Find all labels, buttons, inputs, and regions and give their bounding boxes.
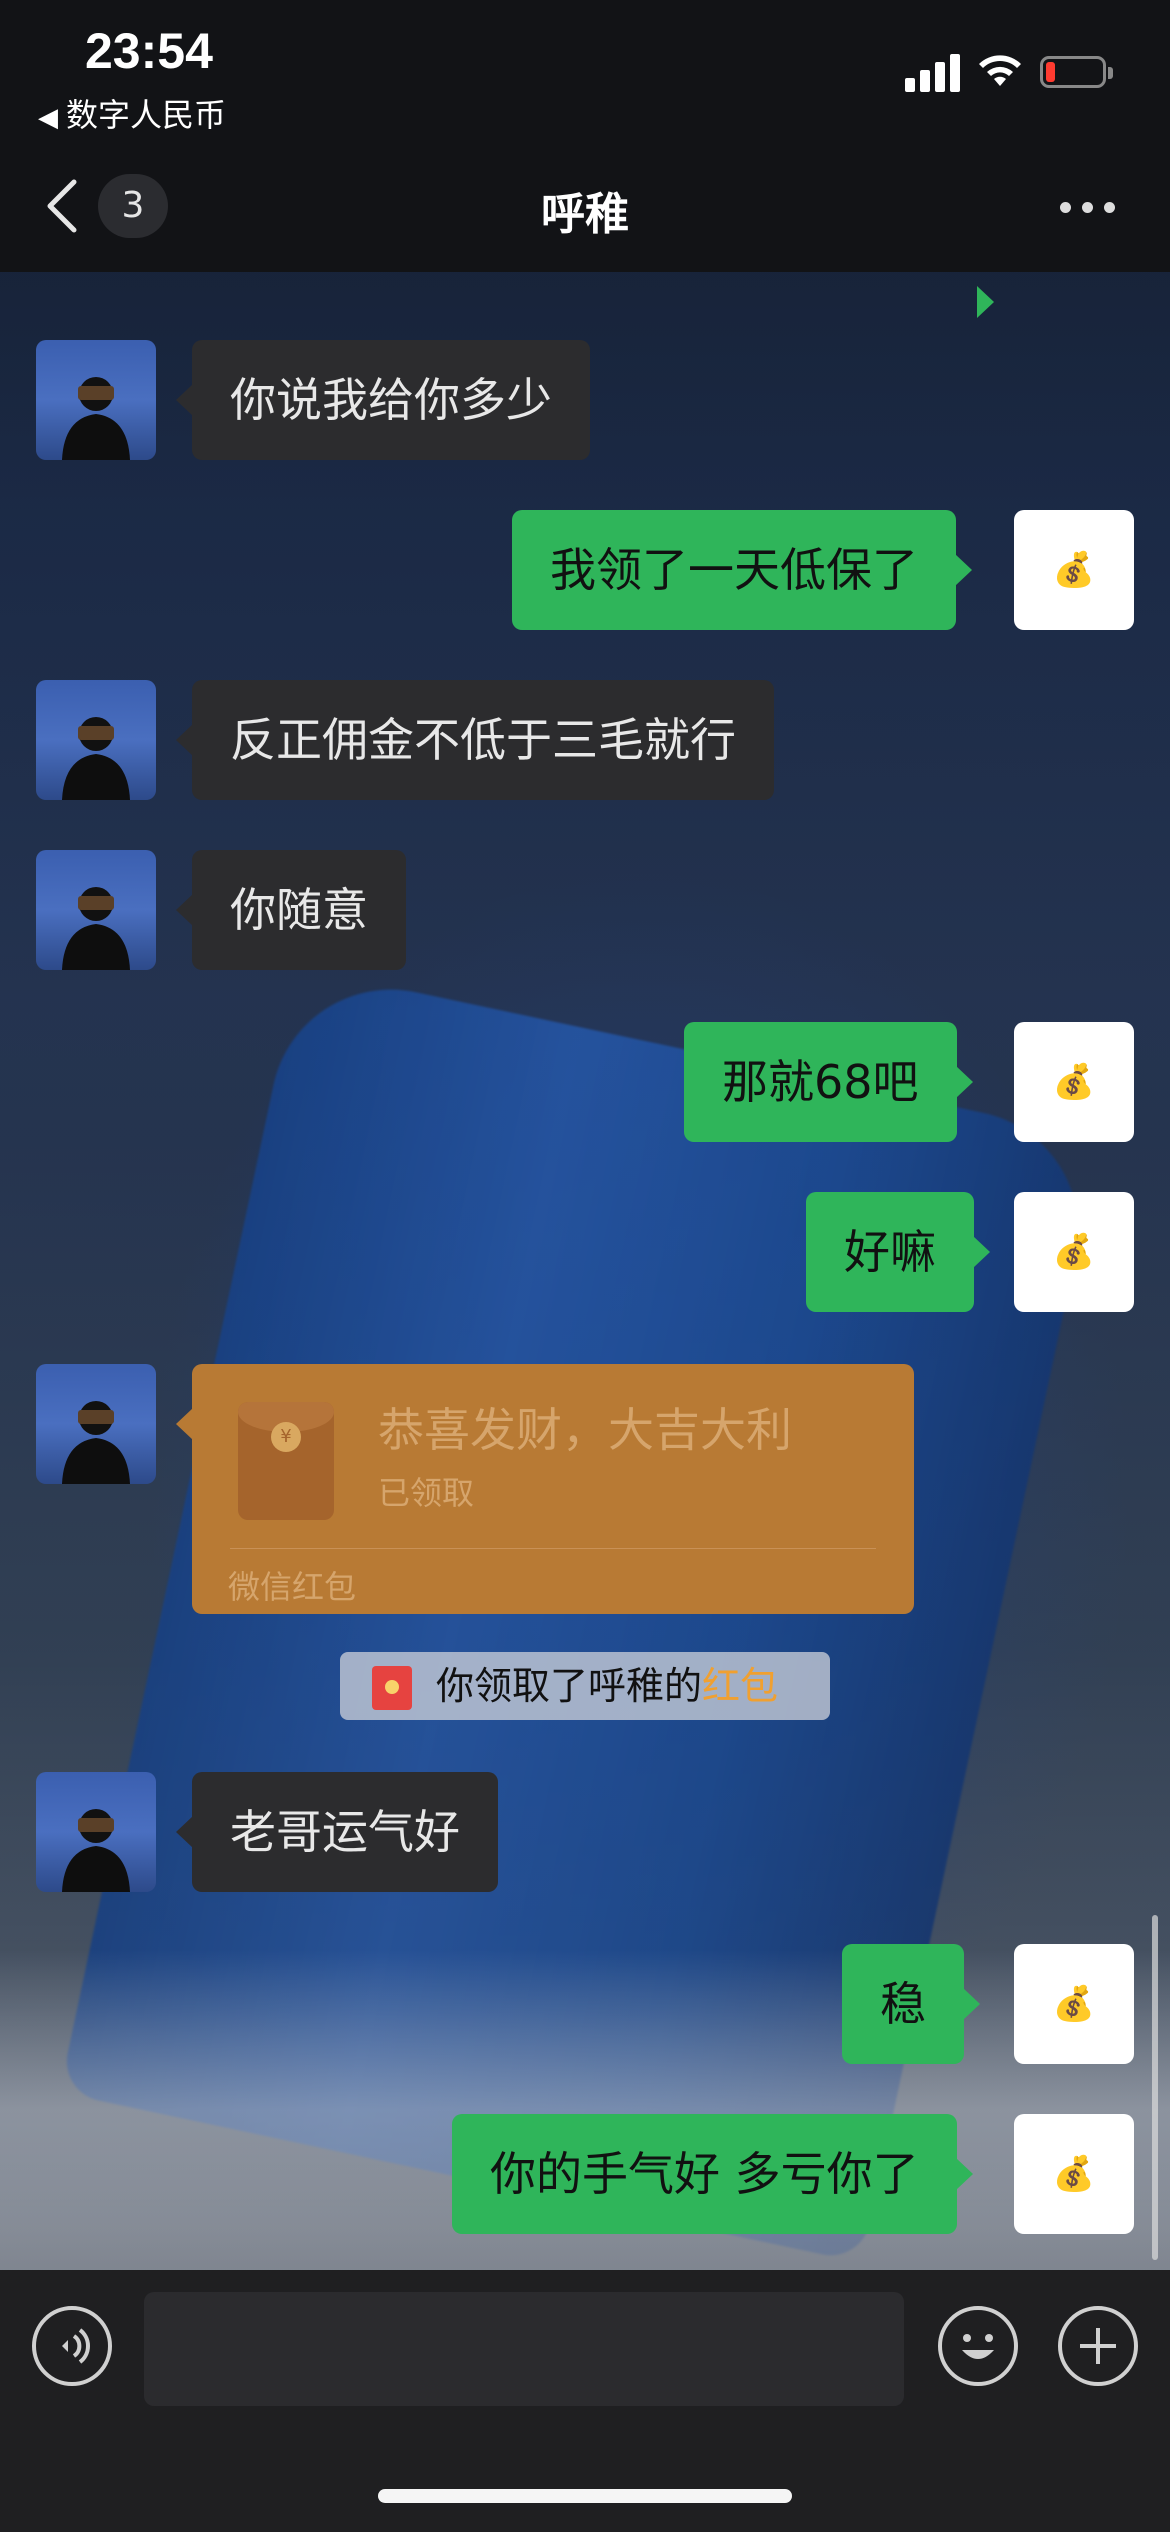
avatar[interactable]: 💰: [1014, 1944, 1134, 2064]
home-indicator[interactable]: [378, 2489, 792, 2503]
message-bubble[interactable]: 你的手气好 多亏你了: [452, 2114, 973, 2234]
status-bar: 23:54 ◀ 数字人民币: [0, 0, 1170, 140]
money-bag-icon: 💰: [1052, 1984, 1096, 2024]
scrollbar[interactable]: [1152, 1915, 1158, 2260]
money-bag-icon: 💰: [1052, 1062, 1096, 1102]
battery-low-icon: [1040, 56, 1113, 88]
message-input[interactable]: [144, 2292, 904, 2406]
red-packet-divider: [230, 1548, 876, 1549]
notice-text: 你领取了呼稚的红包: [436, 1664, 779, 1708]
message-bubble[interactable]: 那就68吧: [684, 1022, 973, 1142]
message-list[interactable]: 你说我给你多少 我领了一天低保了 💰 反正佣金不低于三毛就行 你随意 那就68吧…: [0, 272, 1170, 2270]
red-packet-icon: ¥: [238, 1402, 334, 1520]
message-bubble[interactable]: 稳: [842, 1944, 980, 2064]
more-icon[interactable]: [1060, 202, 1120, 214]
plus-icon[interactable]: [1058, 2306, 1138, 2386]
avatar[interactable]: [36, 850, 156, 970]
avatar[interactable]: 💰: [1014, 1022, 1134, 1142]
money-bag-icon: 💰: [1052, 1232, 1096, 1272]
person-avatar-icon: [62, 377, 130, 460]
wifi-icon: [979, 55, 1021, 86]
message-bubble[interactable]: 老哥运气好: [176, 1772, 498, 1892]
message-bubble[interactable]: 好嘛: [806, 1192, 990, 1312]
red-packet-status: 已领取: [378, 1474, 475, 1512]
notice-highlight-link[interactable]: 红包: [702, 1664, 778, 1708]
avatar[interactable]: 💰: [1014, 1192, 1134, 1312]
avatar[interactable]: [36, 340, 156, 460]
message-bubble[interactable]: 我领了一天低保了: [512, 510, 972, 630]
emoji-icon[interactable]: [938, 2306, 1018, 2386]
person-avatar-icon: [62, 887, 130, 970]
money-bag-icon: 💰: [1052, 550, 1096, 590]
avatar[interactable]: [36, 1364, 156, 1484]
message-bubble[interactable]: 反正佣金不低于三毛就行: [176, 680, 774, 800]
back-to-app-link[interactable]: ◀ 数字人民币: [38, 90, 226, 136]
back-app-label: 数字人民币: [66, 96, 227, 134]
red-packet-title: 恭喜发财，大吉大利: [378, 1403, 792, 1457]
avatar[interactable]: 💰: [1014, 2114, 1134, 2234]
red-packet-footer: 微信红包: [228, 1568, 357, 1606]
avatar[interactable]: 💰: [1014, 510, 1134, 630]
chat-title: 呼稚: [541, 189, 629, 240]
message-bubble[interactable]: 你说我给你多少: [176, 340, 590, 460]
chat-header: 3 呼稚: [0, 140, 1170, 272]
person-avatar-icon: [62, 1809, 130, 1892]
avatar[interactable]: [36, 1772, 156, 1892]
person-avatar-icon: [62, 1401, 130, 1484]
message-bubble[interactable]: 你随意: [176, 850, 406, 970]
money-bag-icon: 💰: [1052, 2154, 1096, 2194]
voice-icon[interactable]: [32, 2306, 112, 2386]
avatar[interactable]: [36, 680, 156, 800]
person-avatar-icon: [62, 717, 130, 800]
signal-icon: [905, 52, 961, 92]
back-triangle-icon: ◀: [38, 103, 58, 133]
system-notice: 你领取了呼稚的红包: [340, 1652, 830, 1720]
red-packet-small-icon: [372, 1666, 412, 1710]
status-time: 23:54: [85, 23, 213, 79]
red-packet-card[interactable]: ¥ 恭喜发财，大吉大利 已领取 微信红包: [176, 1364, 914, 1614]
